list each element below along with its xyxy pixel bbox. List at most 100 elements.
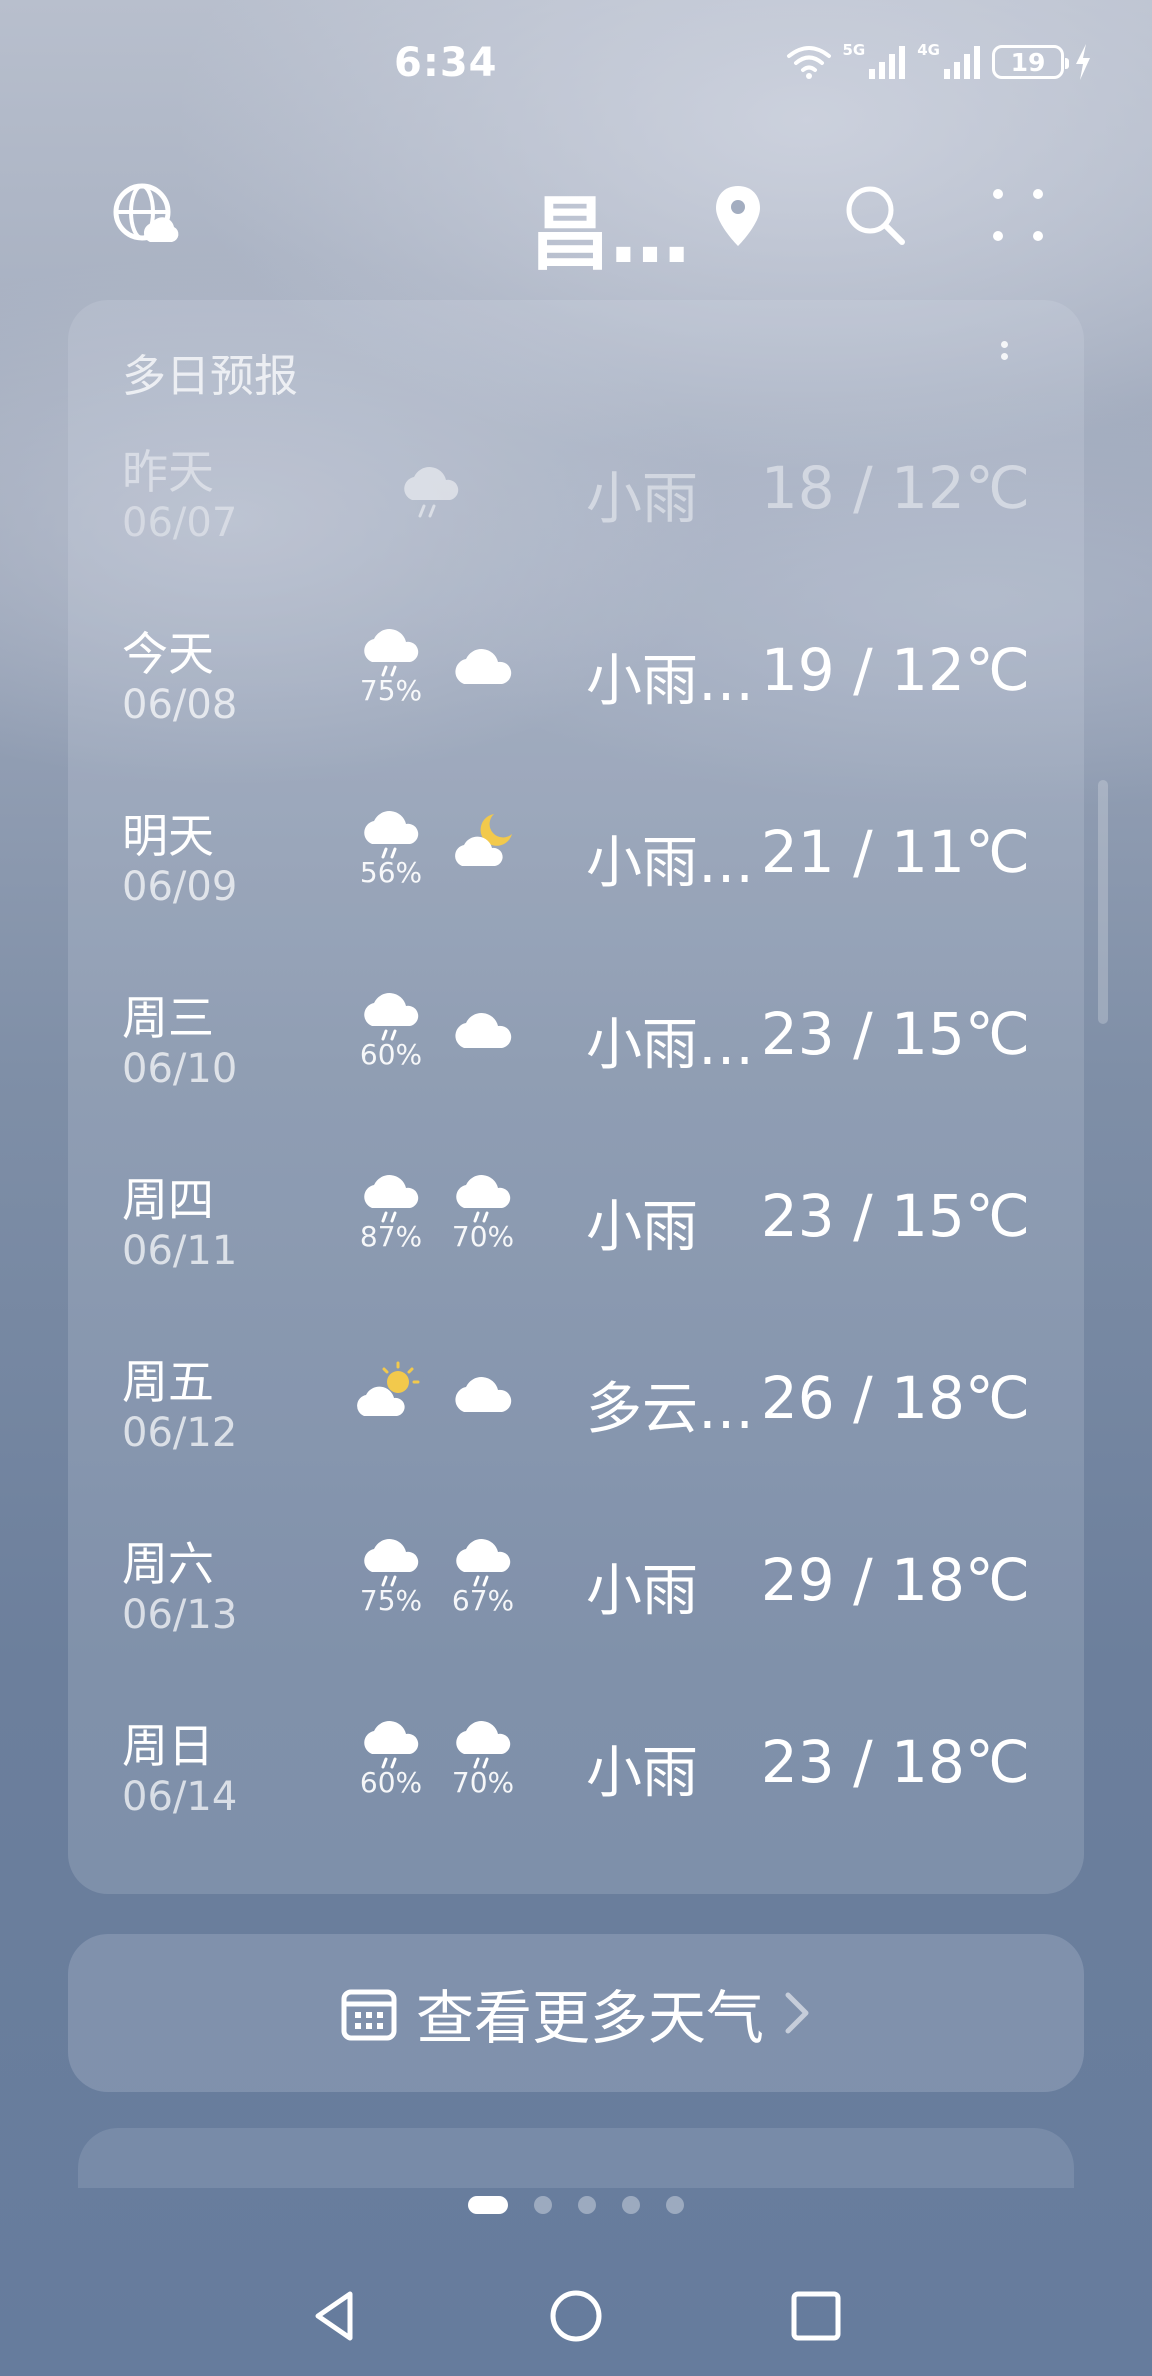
app-header: 昌… (0, 160, 1152, 281)
cloud-rain-icon: 70% (450, 1716, 516, 1816)
page-dot[interactable] (578, 2196, 596, 2214)
sun-cloud-icon (354, 1360, 426, 1460)
cloud-icon (450, 642, 516, 742)
day-name: 周六 (122, 1537, 214, 1591)
page-indicator (0, 2196, 1152, 2214)
signal-strength-icon (944, 46, 980, 79)
precip-chance: 60% (359, 1038, 423, 1071)
cloud-rain-icon: 70% (450, 1170, 516, 1270)
cloud-rain-icon: 75% (358, 624, 424, 724)
location-pin-icon[interactable] (712, 184, 764, 248)
status-icons: 5G 4G 19 (785, 41, 1093, 80)
page-dot[interactable] (666, 2196, 684, 2214)
page-dot-active[interactable] (468, 2196, 508, 2214)
cloud-rain-icon: 75% (358, 1534, 424, 1634)
cloud-rain-icon: 56% (358, 806, 424, 906)
status-time: 6:34 (394, 40, 498, 86)
day-temperature: 26 / 18℃ (760, 1364, 1030, 1432)
page-dot[interactable] (534, 2196, 552, 2214)
cloud-icon (450, 1370, 516, 1470)
forecast-row[interactable]: 周五 06/12 多云… 26 / 18℃ (68, 1346, 1084, 1528)
back-triangle-icon[interactable] (306, 2286, 366, 2346)
day-condition: 小雨 (586, 1559, 698, 1624)
more-weather-label: 查看更多天气 (415, 1984, 764, 2052)
calendar-icon (341, 1989, 397, 2041)
precip-chance: 70% (451, 1766, 515, 1799)
day-temperature: 29 / 18℃ (760, 1546, 1030, 1614)
forecast-row[interactable]: 周三 06/10 60% 小雨… 23 / 15℃ (68, 982, 1084, 1164)
day-condition: 小雨… (586, 1013, 754, 1078)
day-name: 周日 (122, 1719, 214, 1773)
city-name[interactable]: 昌… (530, 170, 690, 286)
recent-square-icon[interactable] (786, 2286, 846, 2346)
battery-indicator: 19 (992, 45, 1069, 79)
day-date: 06/10 (122, 1046, 238, 1092)
day-date: 06/14 (122, 1774, 238, 1820)
precip-chance: 60% (359, 1766, 423, 1799)
day-condition: 小雨… (586, 831, 754, 896)
day-name: 周四 (122, 1173, 214, 1227)
system-nav-bar (0, 2280, 1152, 2360)
day-date: 06/13 (122, 1592, 238, 1638)
scrollbar[interactable] (1098, 780, 1108, 1024)
signal-2-label: 4G (917, 41, 940, 59)
cloud-rain-icon: 87% (358, 1170, 424, 1270)
signal-strength-icon (869, 46, 906, 79)
day-date: 06/07 (122, 500, 238, 546)
cloud-rain-icon (398, 460, 464, 560)
day-name: 明天 (122, 809, 214, 863)
day-name: 周五 (122, 1355, 214, 1409)
status-bar: 6:34 5G 4G 19 (0, 0, 1152, 120)
wifi-icon (786, 46, 831, 79)
more-weather-button[interactable]: 查看更多天气 (68, 1934, 1084, 2092)
day-name: 今天 (122, 627, 214, 681)
precip-chance: 75% (359, 674, 423, 707)
page-dot[interactable] (622, 2196, 640, 2214)
cloud-icon (450, 1006, 516, 1106)
precip-chance: 67% (451, 1584, 515, 1617)
chevron-right-icon (785, 1992, 809, 2034)
day-temperature: 21 / 11℃ (760, 818, 1030, 886)
day-condition: 小雨 (586, 467, 698, 532)
day-date: 06/12 (122, 1410, 238, 1456)
charging-bolt-icon (1076, 44, 1090, 80)
day-date: 06/09 (122, 864, 238, 910)
day-temperature: 23 / 18℃ (760, 1728, 1030, 1796)
precip-chance: 70% (451, 1220, 515, 1253)
multi-day-forecast-card: 多日预报 昨天 06/07 小雨 18 / 12℃ 今天 06/08 75% 小… (68, 300, 1084, 1894)
forecast-row[interactable]: 周日 06/14 60% 70% 小雨 23 / 18℃ (68, 1710, 1084, 1892)
day-temperature: 18 / 12℃ (760, 454, 1030, 522)
search-icon[interactable] (842, 182, 908, 248)
cloud-rain-icon: 60% (358, 1716, 424, 1816)
day-condition: 小雨 (586, 1741, 698, 1806)
day-condition: 多云… (586, 1377, 754, 1442)
day-temperature: 19 / 12℃ (760, 636, 1030, 704)
day-date: 06/11 (122, 1228, 238, 1274)
battery-level: 19 (1010, 47, 1046, 77)
day-condition: 小雨 (586, 1195, 698, 1260)
day-temperature: 23 / 15℃ (760, 1182, 1030, 1250)
signal-1-label: 5G (842, 41, 866, 59)
home-circle-icon[interactable] (546, 2286, 606, 2346)
cloud-rain-icon: 60% (358, 988, 424, 1088)
day-name: 昨天 (122, 445, 214, 499)
forecast-title: 多日预报 (122, 351, 298, 402)
globe-cloud-icon[interactable] (110, 180, 182, 252)
forecast-row[interactable]: 周四 06/11 87% 70% 小雨 23 / 15℃ (68, 1164, 1084, 1346)
day-condition: 小雨… (586, 649, 754, 714)
next-card-preview (78, 2128, 1074, 2188)
precip-chance: 87% (359, 1220, 423, 1253)
forecast-row[interactable]: 周六 06/13 75% 67% 小雨 29 / 18℃ (68, 1528, 1084, 1710)
precip-chance: 56% (359, 856, 423, 889)
cloud-rain-icon: 67% (450, 1534, 516, 1634)
moon-cloud-icon (450, 812, 516, 912)
forecast-row[interactable]: 昨天 06/07 小雨 18 / 12℃ (68, 436, 1084, 618)
day-temperature: 23 / 15℃ (760, 1000, 1030, 1068)
more-grid-icon[interactable] (990, 184, 1046, 246)
card-more-vertical-icon[interactable] (994, 336, 1014, 380)
forecast-row[interactable]: 今天 06/08 75% 小雨… 19 / 12℃ (68, 618, 1084, 800)
day-name: 周三 (122, 991, 214, 1045)
day-date: 06/08 (122, 682, 238, 728)
forecast-row[interactable]: 明天 06/09 56% 小雨… 21 / 11℃ (68, 800, 1084, 982)
precip-chance: 75% (359, 1584, 423, 1617)
